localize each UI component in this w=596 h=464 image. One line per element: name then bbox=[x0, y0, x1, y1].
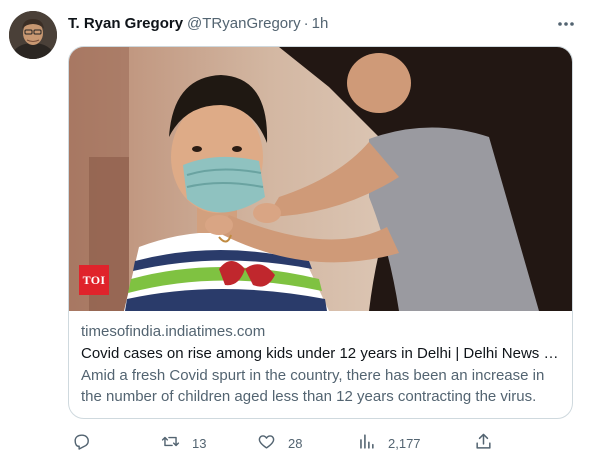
link-preview-card[interactable]: TOI timesofindia.indiatimes.com Covid ca… bbox=[68, 46, 573, 419]
card-image[interactable]: TOI bbox=[69, 47, 572, 311]
views-count: 2,177 bbox=[388, 435, 421, 451]
card-description: Amid a fresh Covid spurt in the country,… bbox=[81, 367, 545, 405]
author-avatar[interactable] bbox=[9, 11, 57, 59]
heart-icon bbox=[257, 432, 276, 454]
retweet-count: 13 bbox=[192, 435, 207, 451]
more-options-icon[interactable] bbox=[556, 14, 576, 34]
share-icon bbox=[474, 432, 493, 454]
separator-dot: · bbox=[303, 14, 309, 32]
like-button[interactable]: 28 bbox=[257, 430, 302, 456]
author-handle[interactable]: @TRyanGregory bbox=[187, 15, 301, 32]
analytics-icon bbox=[357, 432, 376, 454]
author-name[interactable]: T. Ryan Gregory bbox=[68, 15, 183, 32]
tweet-header: T. Ryan Gregory @TRyanGregory · 1h bbox=[68, 12, 328, 34]
card-title[interactable]: Covid cases on rise among kids under 12 … bbox=[81, 343, 563, 365]
share-button[interactable] bbox=[474, 430, 493, 456]
card-text: timesofindia.indiatimes.com Covid cases … bbox=[81, 321, 563, 407]
like-count: 28 bbox=[288, 435, 303, 451]
reply-icon bbox=[72, 432, 91, 454]
retweet-icon bbox=[161, 432, 180, 454]
toi-logo: TOI bbox=[79, 265, 109, 295]
retweet-button[interactable]: 13 bbox=[161, 430, 206, 456]
card-domain: timesofindia.indiatimes.com bbox=[81, 323, 266, 340]
tweet-actions: 13 28 2,177 bbox=[68, 430, 568, 456]
views-button[interactable]: 2,177 bbox=[357, 430, 421, 456]
tweet-timestamp[interactable]: 1h bbox=[312, 15, 329, 32]
reply-button[interactable] bbox=[72, 430, 91, 456]
